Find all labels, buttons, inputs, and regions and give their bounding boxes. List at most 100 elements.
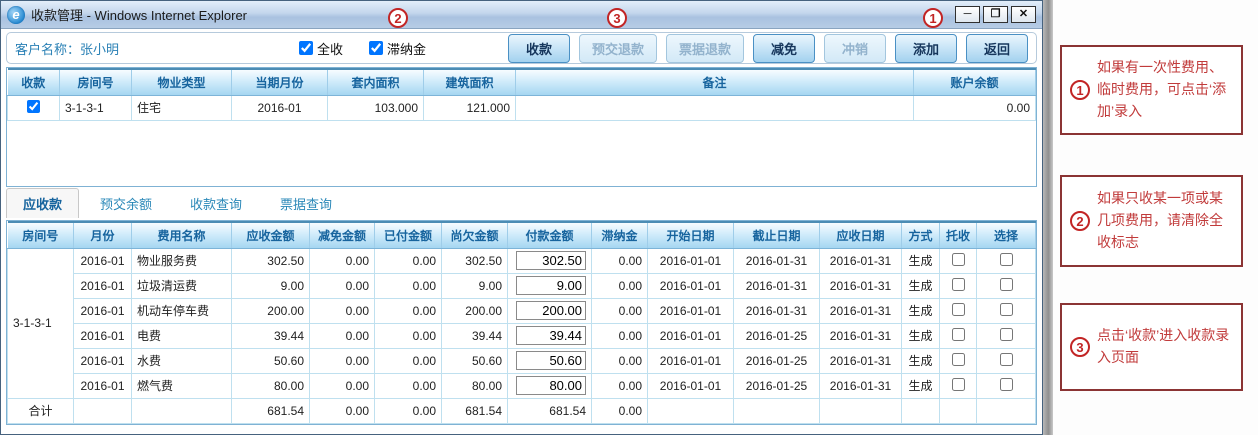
payment-input[interactable] [516,351,586,370]
payment-input[interactable] [516,276,586,295]
tab-ticket-query[interactable]: 票据查询 [263,188,349,218]
fee-cell-paid: 0.00 [375,373,442,398]
fee-cell-owed: 9.00 [442,273,508,298]
fee-cell-reduction: 0.00 [310,323,375,348]
fee-cell-late-fee: 0.00 [592,298,648,323]
room-th-balance: 账户余额 [914,69,1036,95]
room-cell-month: 2016-01 [232,95,328,120]
room-cell-type: 住宅 [132,95,232,120]
annotation-badge-3: 3 [607,8,627,28]
collect-agent-checkbox[interactable] [952,303,965,316]
room-th-month: 当期月份 [232,69,328,95]
fee-row: 3-1-3-1 2016-01 物业服务费 302.50 0.00 0.00 3… [8,248,1036,273]
room-th-remark: 备注 [516,69,914,95]
ie-icon: e [7,6,25,24]
tab-payment-query[interactable]: 收款查询 [173,188,259,218]
select-checkbox[interactable] [1000,378,1013,391]
fee-th-collect: 托收 [940,222,977,248]
fee-cell-due: 2016-01-31 [820,323,902,348]
fee-cell-end: 2016-01-25 [734,323,820,348]
ticket-refund-button: 票据退款 [666,34,744,63]
fee-cell-owed: 200.00 [442,298,508,323]
fee-cell-start: 2016-01-01 [648,348,734,373]
fee-cell-method: 生成 [902,298,940,323]
window-title: 收款管理 - Windows Internet Explorer [31,5,247,24]
total-owed: 681.54 [442,398,508,423]
back-button[interactable]: 返回 [966,34,1028,63]
fee-cell-method: 生成 [902,248,940,273]
room-th-collect: 收款 [8,69,60,95]
room-th-room: 房间号 [60,69,132,95]
annotation-panel: 1 如果有一次性费用、临时费用，可点击‘添加’录入 2 如果只收某一项或某几项费… [1053,0,1258,435]
fee-cell-reduction: 0.00 [310,348,375,373]
add-button[interactable]: 添加 [895,34,957,63]
close-button[interactable]: ✕ [1011,6,1036,23]
tab-prepaid-balance[interactable]: 预交余额 [83,188,169,218]
fee-cell-owed: 50.60 [442,348,508,373]
late-fee-option[interactable]: 滞纳金 [369,39,426,58]
late-fee-checkbox[interactable] [369,41,383,55]
fee-cell-paid: 0.00 [375,248,442,273]
minimize-button[interactable]: ─ [955,6,980,23]
fee-cell-end: 2016-01-25 [734,348,820,373]
select-checkbox[interactable] [1000,353,1013,366]
room-th-build-area: 建筑面积 [424,69,516,95]
fee-th-month: 月份 [74,222,132,248]
collect-agent-checkbox[interactable] [952,278,965,291]
fee-cell-owed: 80.00 [442,373,508,398]
collect-agent-checkbox[interactable] [952,378,965,391]
fee-cell-late-fee: 0.00 [592,348,648,373]
reduction-button[interactable]: 减免 [753,34,815,63]
fee-cell-method: 生成 [902,323,940,348]
fee-cell-late-fee: 0.00 [592,323,648,348]
payment-input[interactable] [516,301,586,320]
fee-cell-method: 生成 [902,373,940,398]
fee-cell-month: 2016-01 [74,273,132,298]
select-checkbox[interactable] [1000,278,1013,291]
fee-th-receivable: 应收金额 [232,222,310,248]
fee-cell-late-fee: 0.00 [592,273,648,298]
room-table-row[interactable]: 3-1-3-1 住宅 2016-01 103.000 121.000 0.00 [8,95,1036,120]
collect-agent-checkbox[interactable] [952,253,965,266]
title-bar: e 收款管理 - Windows Internet Explorer ─ ❒ ✕ [1,1,1042,29]
payment-input[interactable] [516,376,586,395]
fee-cell-receivable: 80.00 [232,373,310,398]
fee-cell-room: 3-1-3-1 [8,248,74,398]
fee-cell-owed: 39.44 [442,323,508,348]
room-cell-balance: 0.00 [914,95,1036,120]
total-paid: 0.00 [375,398,442,423]
fee-cell-receivable: 50.60 [232,348,310,373]
maximize-button[interactable]: ❒ [983,6,1008,23]
note-text-3: 点击‘收款’进入收款录入页面 [1097,325,1233,368]
select-checkbox[interactable] [1000,253,1013,266]
check-all-option[interactable]: 全收 [299,39,343,58]
late-fee-label: 滞纳金 [387,39,426,58]
collect-agent-checkbox[interactable] [952,353,965,366]
fee-total-row: 合计 681.54 0.00 0.00 681.54 681.54 0.00 [8,398,1036,423]
fee-cell-paid: 0.00 [375,323,442,348]
fee-cell-method: 生成 [902,348,940,373]
collect-agent-checkbox[interactable] [952,328,965,341]
annotation-box-3: 3 点击‘收款’进入收款录入页面 [1060,303,1243,391]
payment-input[interactable] [516,326,586,345]
fee-th-late-fee: 滞纳金 [592,222,648,248]
room-table-container: 收款 房间号 物业类型 当期月份 套内面积 建筑面积 备注 账户余额 3-1-3… [6,67,1037,187]
fee-cell-start: 2016-01-01 [648,298,734,323]
check-all-checkbox[interactable] [299,41,313,55]
collect-payment-button[interactable]: 收款 [508,34,570,63]
fee-cell-reduction: 0.00 [310,273,375,298]
check-all-label: 全收 [317,39,343,58]
fee-th-start: 开始日期 [648,222,734,248]
tab-receivable[interactable]: 应收款 [6,188,79,218]
room-collect-checkbox[interactable] [27,100,40,113]
select-checkbox[interactable] [1000,303,1013,316]
fee-row: 2016-01 垃圾清运费 9.00 0.00 0.00 9.00 0.00 2… [8,273,1036,298]
payment-input[interactable] [516,251,586,270]
fee-row: 2016-01 机动车停车费 200.00 0.00 0.00 200.00 0… [8,298,1036,323]
fee-cell-end: 2016-01-31 [734,298,820,323]
fee-cell-start: 2016-01-01 [648,323,734,348]
select-checkbox[interactable] [1000,328,1013,341]
annotation-badge-2: 2 [388,8,408,28]
fee-th-owed: 尚欠金额 [442,222,508,248]
room-table: 收款 房间号 物业类型 当期月份 套内面积 建筑面积 备注 账户余额 3-1-3… [7,68,1036,121]
